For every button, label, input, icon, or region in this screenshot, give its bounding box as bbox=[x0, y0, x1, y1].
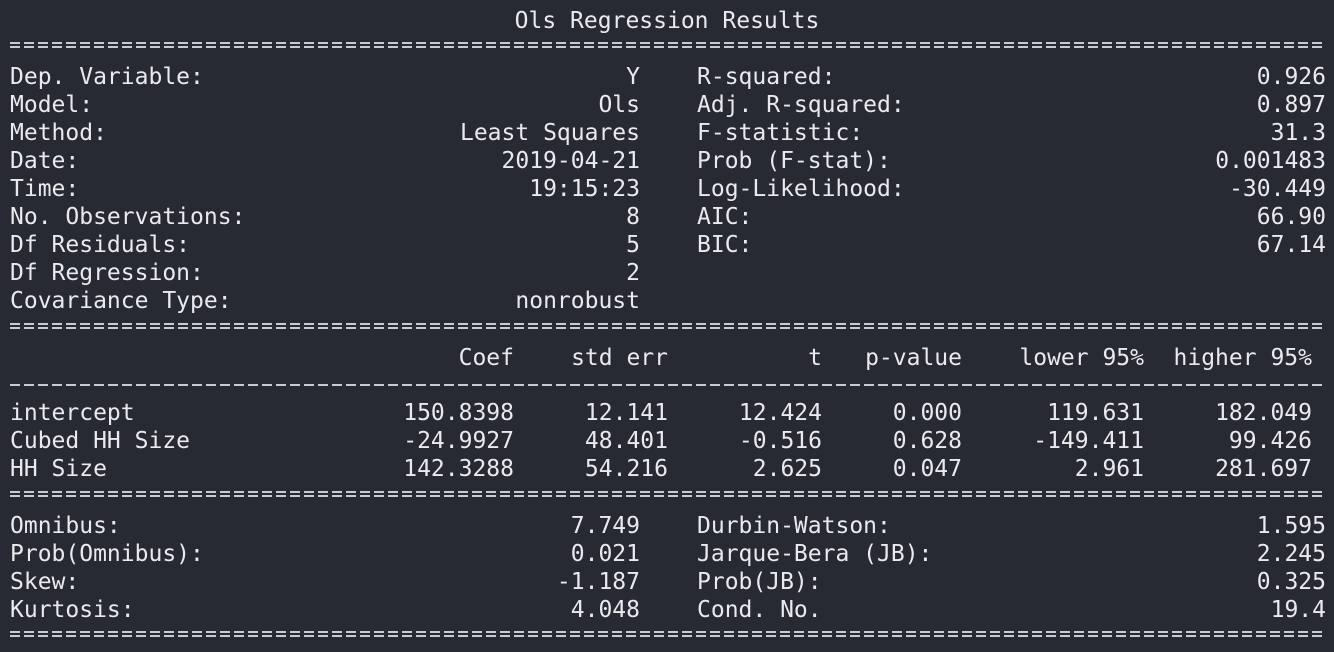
info-left-label: Method: bbox=[10, 120, 107, 146]
info-left-label: No. Observations: bbox=[10, 204, 246, 230]
info-left-label: Model: bbox=[10, 92, 94, 118]
stderr-cell: 48.401 bbox=[584, 428, 668, 454]
diag-row: Kurtosis: 4.048 Cond. No. 19.4 bbox=[0, 596, 1334, 624]
diag-right-label: Cond. No. bbox=[697, 597, 822, 623]
t-cell: 12.424 bbox=[738, 400, 822, 426]
info-right-value: 0.897 bbox=[1256, 92, 1326, 118]
diag-right-label: Jarque-Bera (JB): bbox=[697, 541, 933, 567]
coef-col-header: t bbox=[808, 345, 822, 371]
info-right-value: 31.3 bbox=[1270, 120, 1326, 146]
diag-left-value: -1.187 bbox=[556, 569, 640, 595]
coef-cell: -24.9927 bbox=[403, 428, 514, 454]
info-right-label: AIC: bbox=[697, 204, 753, 230]
info-right-label: Log-Likelihood: bbox=[697, 176, 905, 202]
info-left-value: Least Squares bbox=[459, 120, 640, 146]
info-row: Df Regression: 2 bbox=[0, 259, 1334, 287]
info-left-value: 2019-04-21 bbox=[501, 148, 640, 174]
higher95-cell: 99.426 bbox=[1228, 428, 1312, 454]
lower95-cell: 119.631 bbox=[1047, 400, 1144, 426]
diag-right-label: Durbin-Watson: bbox=[697, 513, 891, 539]
double-rule bbox=[10, 491, 1326, 497]
diag-right-value: 1.595 bbox=[1256, 513, 1326, 539]
info-row: Dep. Variable: Y R-squared: 0.926 bbox=[0, 63, 1334, 91]
info-right-label: F-statistic: bbox=[697, 120, 864, 146]
info-row: No. Observations: 8 AIC: 66.90 bbox=[0, 203, 1334, 231]
table-row: HH Size 142.3288 54.216 2.625 0.047 2.96… bbox=[0, 455, 1334, 483]
diag-right-value: 2.245 bbox=[1256, 541, 1326, 567]
diag-left-label: Prob(Omnibus): bbox=[10, 541, 204, 567]
coef-header-row: Coef std err t p-value lower 95% higher … bbox=[0, 344, 1334, 372]
t-cell: 2.625 bbox=[752, 456, 822, 482]
info-left-value: 5 bbox=[626, 232, 640, 258]
diag-left-value: 4.048 bbox=[570, 597, 640, 623]
coef-col-header: Coef bbox=[458, 345, 514, 371]
single-rule bbox=[10, 384, 1326, 386]
stderr-cell: 54.216 bbox=[584, 456, 668, 482]
info-left-value: nonrobust bbox=[515, 288, 640, 314]
info-left-value: 2 bbox=[626, 260, 640, 286]
double-rule bbox=[10, 42, 1326, 48]
diag-row: Omnibus: 7.749 Durbin-Watson: 1.595 bbox=[0, 512, 1334, 540]
pvalue-cell: 0.000 bbox=[892, 400, 962, 426]
info-left-label: Df Residuals: bbox=[10, 232, 191, 258]
coef-col-header: lower 95% bbox=[1019, 345, 1144, 371]
info-right-label: BIC: bbox=[697, 232, 753, 258]
diag-right-label: Prob(JB): bbox=[697, 569, 822, 595]
pvalue-cell: 0.628 bbox=[892, 428, 962, 454]
coef-cell: 150.8398 bbox=[403, 400, 514, 426]
info-left-value: 19:15:23 bbox=[529, 176, 640, 202]
coef-variable-name: intercept bbox=[10, 400, 135, 426]
diag-right-value: 0.325 bbox=[1256, 569, 1326, 595]
diag-row: Prob(Omnibus): 0.021 Jarque-Bera (JB): 2… bbox=[0, 540, 1334, 568]
info-left-label: Date: bbox=[10, 148, 80, 174]
t-cell: -0.516 bbox=[738, 428, 822, 454]
coef-col-header: p-value bbox=[865, 345, 962, 371]
info-right-label: Prob (F-stat): bbox=[697, 148, 891, 174]
coef-variable-name: HH Size bbox=[10, 456, 107, 482]
info-right-label: Adj. R-squared: bbox=[697, 92, 905, 118]
report-title: Ols Regression Results bbox=[514, 8, 820, 34]
table-row: intercept 150.8398 12.141 12.424 0.000 1… bbox=[0, 399, 1334, 427]
coef-cell: 142.3288 bbox=[403, 456, 514, 482]
diag-right-value: 19.4 bbox=[1270, 597, 1326, 623]
table-row: Cubed HH Size -24.9927 48.401 -0.516 0.6… bbox=[0, 427, 1334, 455]
lower95-cell: 2.961 bbox=[1074, 456, 1144, 482]
double-rule bbox=[10, 631, 1326, 637]
info-left-label: Df Regression: bbox=[10, 260, 204, 286]
info-row: Covariance Type: nonrobust bbox=[0, 287, 1334, 315]
diag-left-label: Skew: bbox=[10, 569, 80, 595]
diag-left-label: Kurtosis: bbox=[10, 597, 135, 623]
info-right-value: 67.14 bbox=[1256, 232, 1326, 258]
info-left-label: Dep. Variable: bbox=[10, 64, 204, 90]
info-right-value: 0.001483 bbox=[1215, 148, 1326, 174]
info-right-label: R-squared: bbox=[697, 64, 836, 90]
diag-left-value: 7.749 bbox=[570, 513, 640, 539]
higher95-cell: 281.697 bbox=[1215, 456, 1312, 482]
lower95-cell: -149.411 bbox=[1033, 428, 1144, 454]
higher95-cell: 182.049 bbox=[1215, 400, 1312, 426]
pvalue-cell: 0.047 bbox=[892, 456, 962, 482]
coef-col-header: higher 95% bbox=[1173, 345, 1312, 371]
info-right-value: -30.449 bbox=[1229, 176, 1326, 202]
info-left-value: Y bbox=[626, 64, 640, 90]
stderr-cell: 12.141 bbox=[584, 400, 668, 426]
info-left-value: Ols bbox=[598, 92, 640, 118]
info-left-value: 8 bbox=[626, 204, 640, 230]
coef-variable-name: Cubed HH Size bbox=[10, 428, 191, 454]
info-row: Date: 2019-04-21 Prob (F-stat): 0.001483 bbox=[0, 147, 1334, 175]
info-right-value: 66.90 bbox=[1256, 204, 1326, 230]
coef-col-header: std err bbox=[571, 345, 668, 371]
double-rule bbox=[10, 323, 1326, 329]
diag-left-value: 0.021 bbox=[570, 541, 640, 567]
info-row: Model: Ols Adj. R-squared: 0.897 bbox=[0, 91, 1334, 119]
info-right-value: 0.926 bbox=[1256, 64, 1326, 90]
info-left-label: Covariance Type: bbox=[10, 288, 232, 314]
info-row: Df Residuals: 5 BIC: 67.14 bbox=[0, 231, 1334, 259]
diag-row: Skew: -1.187 Prob(JB): 0.325 bbox=[0, 568, 1334, 596]
info-row: Time: 19:15:23 Log-Likelihood: -30.449 bbox=[0, 175, 1334, 203]
diag-left-label: Omnibus: bbox=[10, 513, 121, 539]
info-row: Method: Least Squares F-statistic: 31.3 bbox=[0, 119, 1334, 147]
info-left-label: Time: bbox=[10, 176, 80, 202]
